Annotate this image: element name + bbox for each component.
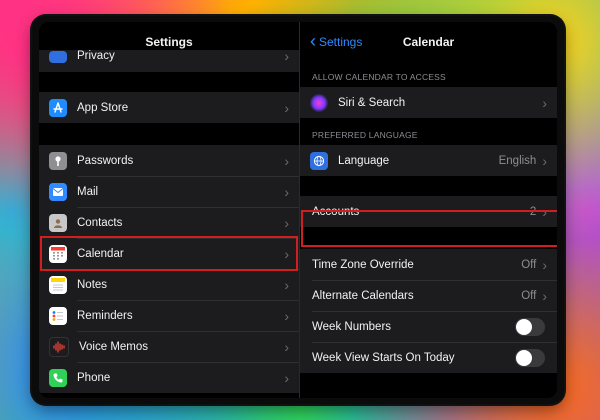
sidebar-item-passwords[interactable]: Passwords › xyxy=(39,145,299,176)
toggle-knob xyxy=(516,349,532,366)
voice-memos-icon xyxy=(49,336,69,357)
sidebar-item-label: Passwords xyxy=(77,154,134,167)
language-group: Language English › xyxy=(300,145,557,176)
siri-search-label: Siri & Search xyxy=(338,96,406,109)
section-header-language: PREFERRED LANGUAGE xyxy=(312,130,418,140)
sidebar-title: Settings xyxy=(145,35,193,49)
time-zone-override-row[interactable]: Time Zone Override Off › xyxy=(300,249,557,280)
sidebar-item-label: Privacy xyxy=(77,50,115,62)
chevron-right-icon: › xyxy=(542,256,547,273)
language-label: Language xyxy=(338,154,390,167)
calendar-icon xyxy=(49,244,67,263)
detail-nav-bar: ‹ Settings Calendar xyxy=(300,22,557,62)
language-value: English xyxy=(498,154,537,167)
toggle-knob xyxy=(516,318,532,335)
back-button-label: Settings xyxy=(319,35,363,49)
siri-icon xyxy=(310,93,328,112)
chevron-right-icon: › xyxy=(284,152,289,169)
chevron-right-icon: › xyxy=(284,99,289,116)
detail-title: Calendar xyxy=(402,35,455,49)
accounts-label: Accounts xyxy=(312,205,360,218)
week-numbers-toggle[interactable] xyxy=(515,317,545,336)
privacy-group: Privacy › xyxy=(39,48,299,72)
chevron-right-icon: › xyxy=(542,152,547,169)
sidebar-item-label: Mail xyxy=(77,185,99,198)
week-view-starts-today-label: Week View Starts On Today xyxy=(312,351,455,364)
globe-icon xyxy=(310,151,328,170)
week-view-starts-today-toggle[interactable] xyxy=(515,348,545,367)
sidebar-item-label: Voice Memos xyxy=(79,340,149,353)
week-numbers-label: Week Numbers xyxy=(312,320,392,333)
calendar-settings-panel: ‹ Settings Calendar ALLOW CALENDAR TO AC… xyxy=(300,22,557,398)
sidebar-item-phone[interactable]: Phone › xyxy=(39,362,299,393)
contacts-icon xyxy=(49,213,67,232)
chevron-right-icon: › xyxy=(284,183,289,200)
alternate-calendars-value: Off xyxy=(521,289,537,302)
alternate-calendars-row[interactable]: Alternate Calendars Off › xyxy=(300,280,557,311)
chevron-right-icon: › xyxy=(542,287,547,304)
sidebar-item-calendar[interactable]: Calendar › xyxy=(39,238,299,269)
sidebar-item-reminders[interactable]: Reminders › xyxy=(39,300,299,331)
settings-sidebar: Settings Privacy › App Store › Passwords… xyxy=(39,22,300,398)
app-store-group: App Store › xyxy=(39,92,299,123)
access-group: Siri & Search › xyxy=(300,87,557,118)
chevron-right-icon: › xyxy=(542,203,547,220)
hand-icon xyxy=(49,51,67,63)
chevron-right-icon: › xyxy=(284,276,289,293)
accounts-count: 2 xyxy=(529,205,537,218)
phone-icon xyxy=(49,368,67,387)
time-zone-override-value: Off xyxy=(521,258,537,271)
screen: Settings Privacy › App Store › Passwords… xyxy=(39,22,557,398)
reminders-icon xyxy=(49,306,67,325)
sidebar-item-privacy[interactable]: Privacy › xyxy=(39,48,299,72)
sidebar-item-label: Contacts xyxy=(77,216,123,229)
options-group: Time Zone Override Off › Alternate Calen… xyxy=(300,249,557,373)
chevron-right-icon: › xyxy=(284,214,289,231)
chevron-right-icon: › xyxy=(284,369,289,386)
chevron-right-icon: › xyxy=(284,48,289,64)
chevron-right-icon: › xyxy=(284,338,289,355)
sidebar-item-label: App Store xyxy=(77,101,129,114)
sidebar-item-label: Notes xyxy=(77,278,108,291)
back-button[interactable]: ‹ Settings xyxy=(310,22,362,62)
sidebar-item-label: Calendar xyxy=(77,247,124,260)
section-header-access: ALLOW CALENDAR TO ACCESS xyxy=(312,72,446,82)
chevron-right-icon: › xyxy=(284,245,289,262)
key-icon xyxy=(49,151,67,170)
chevron-left-icon: ‹ xyxy=(310,31,316,51)
time-zone-override-label: Time Zone Override xyxy=(312,258,414,271)
sidebar-item-voice-memos[interactable]: Voice Memos › xyxy=(39,331,299,362)
language-row[interactable]: Language English › xyxy=(300,145,557,176)
apps-group: Passwords › Mail › Contacts › Calendar ›… xyxy=(39,145,299,393)
chevron-right-icon: › xyxy=(284,307,289,324)
notes-icon xyxy=(49,275,67,294)
chevron-right-icon: › xyxy=(542,94,547,111)
sidebar-item-mail[interactable]: Mail › xyxy=(39,176,299,207)
sidebar-item-label: Phone xyxy=(77,371,111,384)
app-store-icon xyxy=(49,98,67,117)
sidebar-item-app-store[interactable]: App Store › xyxy=(39,92,299,123)
sidebar-item-contacts[interactable]: Contacts › xyxy=(39,207,299,238)
alternate-calendars-label: Alternate Calendars xyxy=(312,289,414,302)
mail-icon xyxy=(49,182,67,201)
week-numbers-row: Week Numbers xyxy=(300,311,557,342)
siri-search-row[interactable]: Siri & Search › xyxy=(300,87,557,118)
sidebar-item-notes[interactable]: Notes › xyxy=(39,269,299,300)
accounts-group: Accounts 2 › xyxy=(300,196,557,227)
week-view-starts-today-row: Week View Starts On Today xyxy=(300,342,557,373)
sidebar-item-label: Reminders xyxy=(77,309,133,322)
accounts-row[interactable]: Accounts 2 › xyxy=(300,196,557,227)
ipad-frame: Settings Privacy › App Store › Passwords… xyxy=(32,16,564,404)
